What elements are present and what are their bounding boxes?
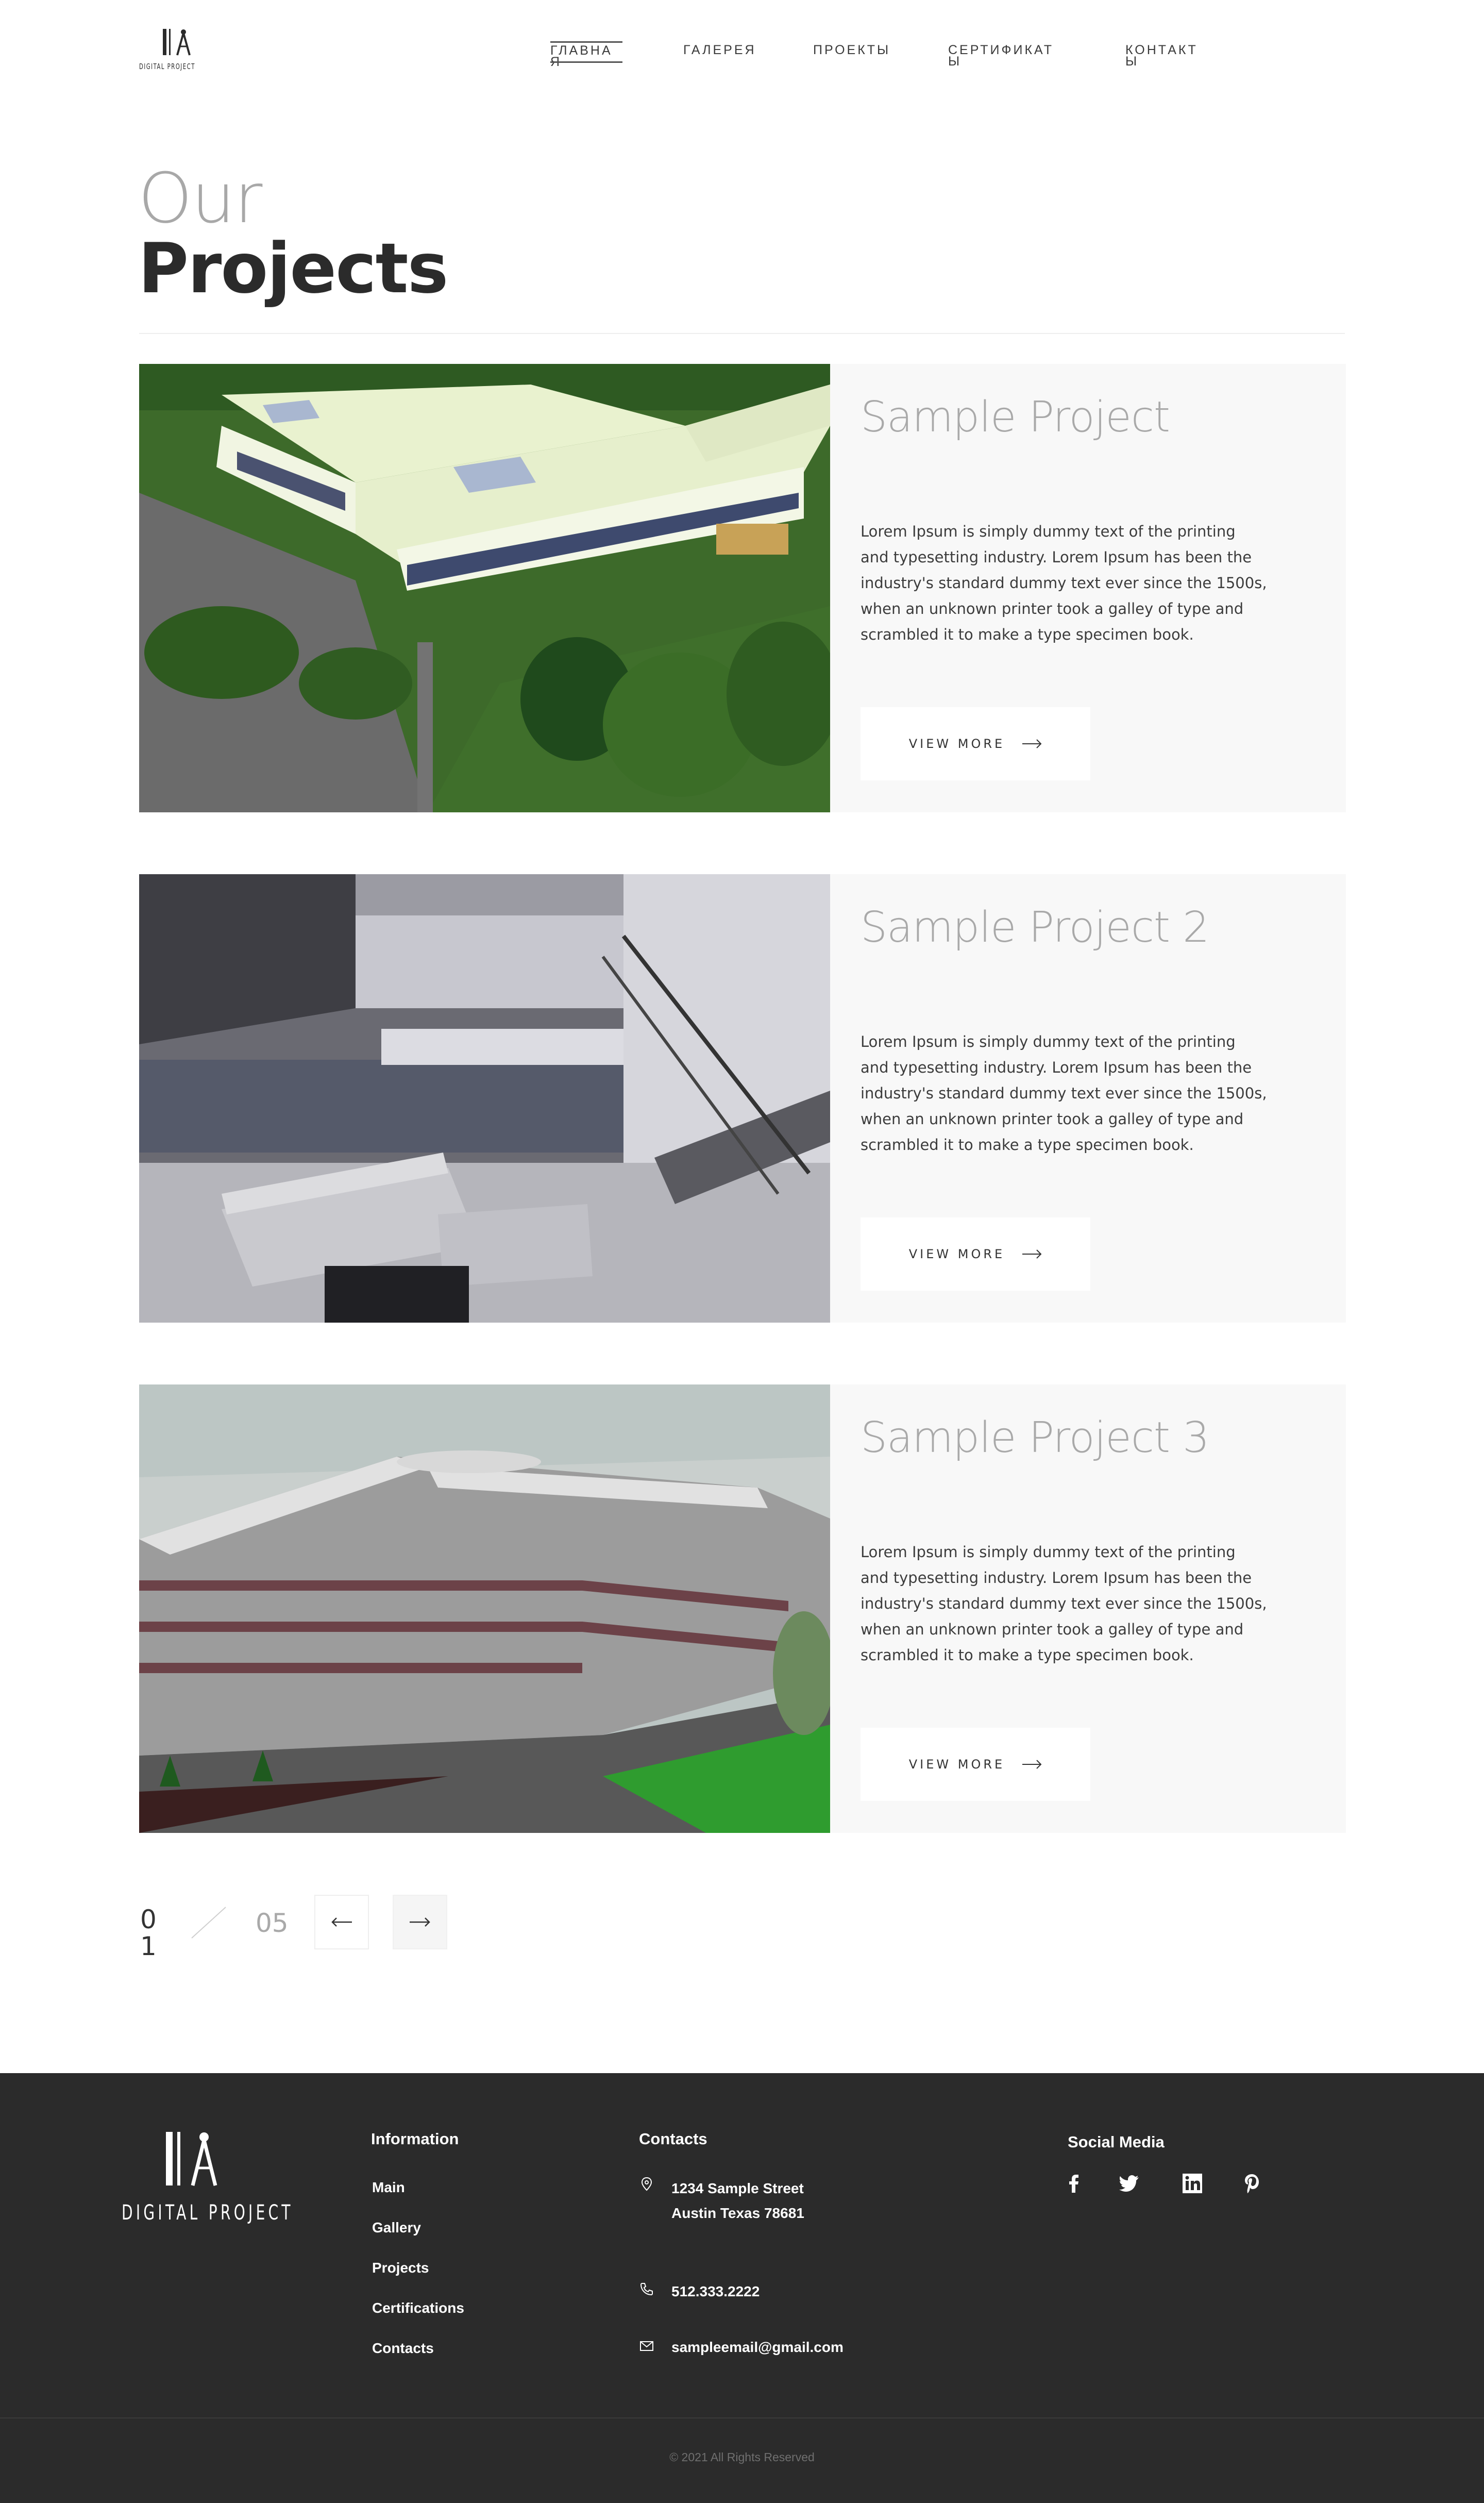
view-more-label: VIEW MORE: [908, 737, 1005, 751]
project-card: Sample Project Lorem Ipsum is simply dum…: [139, 364, 1346, 812]
nav-item-projects[interactable]: ПРОЕКТЫ: [813, 44, 906, 57]
mail-icon: [640, 2341, 653, 2351]
address-line-2: Austin Texas 78681: [671, 2205, 804, 2221]
project-description: Lorem Ipsum is simply dummy text of the …: [861, 1543, 1267, 1664]
view-more-label: VIEW MORE: [908, 1757, 1005, 1772]
project-title: Sample Project 3: [861, 1413, 1209, 1462]
pagination-current: 01: [140, 1905, 157, 1961]
project-description: Lorem Ipsum is simply dummy text of the …: [861, 523, 1267, 643]
twitter-icon[interactable]: [1118, 2172, 1141, 2195]
copyright: © 2021 All Rights Reserved: [669, 2450, 815, 2464]
view-more-button[interactable]: VIEW MORE: [861, 1217, 1090, 1291]
contacts-heading: Contacts: [639, 2130, 707, 2148]
nav-item-certificates[interactable]: СЕРТИФИКАТЫ: [948, 44, 1061, 68]
project-image[interactable]: [139, 874, 830, 1323]
phone-icon: [640, 2283, 653, 2296]
footer-link-gallery[interactable]: Gallery: [372, 2220, 421, 2236]
footer-link-contacts[interactable]: Contacts: [372, 2340, 434, 2357]
project-image[interactable]: [139, 1384, 830, 1833]
pagination-divider: [191, 1907, 226, 1939]
nav-item-main[interactable]: ГЛАВНАЯ: [550, 41, 622, 69]
footer: DIGITAL PROJECT Information Main Gallery…: [0, 2073, 1484, 2503]
location-pin-icon: [641, 2177, 652, 2191]
social-heading: Social Media: [1068, 2133, 1165, 2151]
footer-link-projects[interactable]: Projects: [372, 2260, 429, 2276]
footer-divider: [0, 2417, 1484, 2418]
project-title: Sample Project: [861, 393, 1170, 442]
arrow-right-icon: [410, 1917, 430, 1927]
logo-mark-icon: [163, 29, 191, 56]
footer-link-main[interactable]: Main: [372, 2179, 405, 2196]
project-title: Sample Project 2: [861, 903, 1209, 952]
view-more-label: VIEW MORE: [908, 1247, 1005, 1261]
project-card: Sample Project 2 Lorem Ipsum is simply d…: [139, 874, 1346, 1323]
logo-text: DIGITAL PROJECT: [139, 62, 195, 71]
logo[interactable]: DIGITAL PROJECT: [139, 28, 211, 75]
information-heading: Information: [371, 2130, 459, 2148]
linkedin-icon[interactable]: [1181, 2172, 1204, 2195]
nav-item-gallery[interactable]: ГАЛЕРЕЯ: [683, 44, 776, 57]
project-description: Lorem Ipsum is simply dummy text of the …: [861, 1033, 1267, 1154]
facebook-icon[interactable]: [1063, 2172, 1085, 2195]
page-title-bold: Projects: [138, 228, 448, 309]
footer-logo-text: DIGITAL PROJECT: [122, 2201, 294, 2225]
email-address[interactable]: sampleemail@gmail.com: [671, 2335, 844, 2360]
arrow-right-icon: [1022, 739, 1042, 748]
arrow-right-icon: [1022, 1249, 1042, 1259]
pagination-prev-button[interactable]: [314, 1895, 369, 1949]
page-title-light: Our: [138, 158, 262, 239]
phone-number[interactable]: 512.333.2222: [671, 2279, 760, 2304]
title-divider: [139, 333, 1345, 334]
arrow-left-icon: [331, 1917, 352, 1927]
view-more-button[interactable]: VIEW MORE: [861, 707, 1090, 780]
footer-link-certifications[interactable]: Certifications: [372, 2300, 464, 2316]
project-image[interactable]: [139, 364, 830, 812]
project-card: Sample Project 3 Lorem Ipsum is simply d…: [139, 1384, 1346, 1833]
pagination-total: 05: [256, 1908, 289, 1938]
pagination-next-button[interactable]: [393, 1895, 447, 1949]
pinterest-icon[interactable]: [1241, 2172, 1263, 2195]
footer-logo[interactable]: DIGITAL PROJECT: [122, 2130, 291, 2238]
logo-mark-icon: [166, 2132, 217, 2186]
address-line-1: 1234 Sample Street: [671, 2180, 804, 2196]
view-more-button[interactable]: VIEW MORE: [861, 1728, 1090, 1801]
arrow-right-icon: [1022, 1760, 1042, 1769]
nav-item-contacts[interactable]: КОНТАКТЫ: [1125, 44, 1203, 68]
